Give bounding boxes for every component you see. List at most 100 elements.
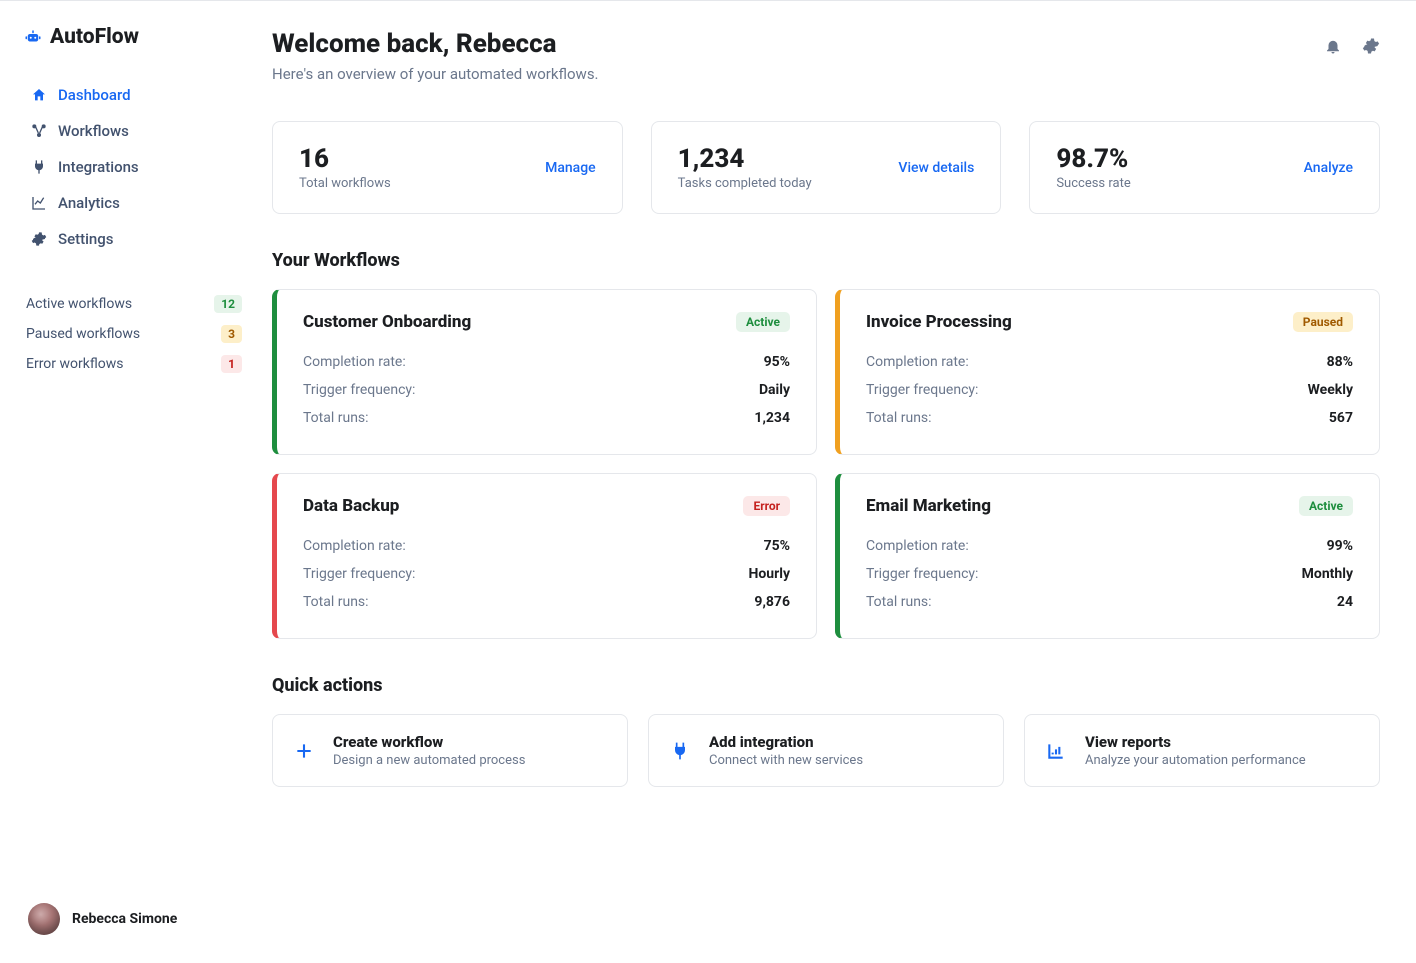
brand[interactable]: AutoFlow xyxy=(24,25,248,49)
sidebar-item-settings[interactable]: Settings xyxy=(24,221,248,257)
nav-list: Dashboard Workflows Integrations Analyti… xyxy=(24,77,248,257)
workflow-status-list: Active workflows 12 Paused workflows 3 E… xyxy=(24,289,248,379)
stat-value: 98.7% xyxy=(1056,144,1130,174)
bar-chart-icon xyxy=(1045,740,1067,762)
workflow-card[interactable]: Invoice Processing Paused Completion rat… xyxy=(835,289,1380,455)
metric-value: Monthly xyxy=(1302,566,1353,582)
status-item-active[interactable]: Active workflows 12 xyxy=(24,289,248,319)
metric-value: 1,234 xyxy=(754,410,790,426)
plug-icon xyxy=(30,158,48,176)
workflow-name: Email Marketing xyxy=(866,496,991,516)
metric-label: Completion rate: xyxy=(866,538,969,554)
metric-value: 88% xyxy=(1327,354,1353,370)
status-badge: 3 xyxy=(221,325,242,343)
stat-card-total-workflows: 16 Total workflows Manage xyxy=(272,121,623,214)
stat-label: Success rate xyxy=(1056,176,1130,191)
gear-icon xyxy=(30,230,48,248)
quick-action-view-reports[interactable]: View reports Analyze your automation per… xyxy=(1024,714,1380,787)
metric-label: Total runs: xyxy=(303,594,369,610)
status-label: Error workflows xyxy=(26,356,124,372)
stat-label: Total workflows xyxy=(299,176,391,191)
metric-label: Completion rate: xyxy=(303,354,406,370)
quick-actions-grid: Create workflow Design a new automated p… xyxy=(272,714,1380,787)
chart-icon xyxy=(30,194,48,212)
quick-action-title: View reports xyxy=(1085,733,1306,751)
stat-link-manage[interactable]: Manage xyxy=(545,160,596,176)
metric-value: Hourly xyxy=(748,566,790,582)
sidebar: AutoFlow Dashboard Workflows Integration… xyxy=(0,1,264,963)
plus-icon xyxy=(293,740,315,762)
stat-label: Tasks completed today xyxy=(678,176,812,191)
sidebar-item-label: Analytics xyxy=(58,194,120,212)
metric-label: Trigger frequency: xyxy=(303,382,415,398)
status-badge: 1 xyxy=(221,355,242,373)
metric-value: 9,876 xyxy=(754,594,790,610)
quick-action-subtitle: Analyze your automation performance xyxy=(1085,753,1306,768)
section-title-workflows: Your Workflows xyxy=(272,250,1380,271)
section-title-quick-actions: Quick actions xyxy=(272,675,1380,696)
settings-button[interactable] xyxy=(1362,37,1380,55)
metric-value: Weekly xyxy=(1308,382,1353,398)
sidebar-item-label: Workflows xyxy=(58,122,129,140)
status-label: Paused workflows xyxy=(26,326,140,342)
metric-value: 75% xyxy=(764,538,790,554)
metric-label: Completion rate: xyxy=(866,354,969,370)
workflow-name: Invoice Processing xyxy=(866,312,1012,332)
page-title: Welcome back, Rebecca xyxy=(272,29,599,59)
status-label: Active workflows xyxy=(26,296,132,312)
metric-label: Trigger frequency: xyxy=(866,566,978,582)
workflow-name: Data Backup xyxy=(303,496,399,516)
user-chip[interactable]: Rebecca Simone xyxy=(24,895,248,947)
metric-value: Daily xyxy=(759,382,790,398)
workflow-status-pill: Active xyxy=(1299,496,1353,516)
sidebar-item-integrations[interactable]: Integrations xyxy=(24,149,248,185)
workflow-status-pill: Error xyxy=(743,496,790,516)
metric-label: Completion rate: xyxy=(303,538,406,554)
quick-action-create-workflow[interactable]: Create workflow Design a new automated p… xyxy=(272,714,628,787)
status-badge: 12 xyxy=(214,295,242,313)
workflow-grid: Customer Onboarding Active Completion ra… xyxy=(272,289,1380,639)
plug-icon xyxy=(669,740,691,762)
sidebar-item-dashboard[interactable]: Dashboard xyxy=(24,77,248,113)
stat-link-analyze[interactable]: Analyze xyxy=(1304,160,1353,176)
sidebar-item-analytics[interactable]: Analytics xyxy=(24,185,248,221)
metric-value: 567 xyxy=(1329,410,1353,426)
stat-link-view-details[interactable]: View details xyxy=(898,160,974,176)
metric-label: Total runs: xyxy=(866,594,932,610)
sidebar-item-label: Dashboard xyxy=(58,86,131,104)
quick-action-title: Add integration xyxy=(709,733,863,751)
stat-card-success-rate: 98.7% Success rate Analyze xyxy=(1029,121,1380,214)
quick-action-subtitle: Connect with new services xyxy=(709,753,863,768)
metric-value: 95% xyxy=(764,354,790,370)
page-subtitle: Here's an overview of your automated wor… xyxy=(272,65,599,83)
workflow-status-pill: Paused xyxy=(1293,312,1353,332)
robot-icon xyxy=(24,28,42,46)
notifications-button[interactable] xyxy=(1324,37,1342,55)
bell-icon xyxy=(1324,37,1342,55)
quick-action-title: Create workflow xyxy=(333,733,525,751)
workflow-card[interactable]: Email Marketing Active Completion rate: 9… xyxy=(835,473,1380,639)
stat-value: 1,234 xyxy=(678,144,812,174)
workflow-card[interactable]: Data Backup Error Completion rate: 75% Tr… xyxy=(272,473,817,639)
home-icon xyxy=(30,86,48,104)
quick-action-add-integration[interactable]: Add integration Connect with new service… xyxy=(648,714,1004,787)
workflow-name: Customer Onboarding xyxy=(303,312,471,332)
stat-card-tasks-completed: 1,234 Tasks completed today View details xyxy=(651,121,1002,214)
metric-value: 99% xyxy=(1327,538,1353,554)
workflow-icon xyxy=(30,122,48,140)
sidebar-item-label: Settings xyxy=(58,230,114,248)
metric-label: Trigger frequency: xyxy=(303,566,415,582)
main-content: Welcome back, Rebecca Here's an overview… xyxy=(264,1,1416,963)
gear-icon xyxy=(1362,37,1380,55)
user-name: Rebecca Simone xyxy=(72,911,177,927)
workflow-status-pill: Active xyxy=(736,312,790,332)
status-item-paused[interactable]: Paused workflows 3 xyxy=(24,319,248,349)
stat-cards: 16 Total workflows Manage 1,234 Tasks co… xyxy=(272,121,1380,214)
sidebar-item-workflows[interactable]: Workflows xyxy=(24,113,248,149)
metric-label: Total runs: xyxy=(866,410,932,426)
workflow-card[interactable]: Customer Onboarding Active Completion ra… xyxy=(272,289,817,455)
avatar xyxy=(28,903,60,935)
quick-action-subtitle: Design a new automated process xyxy=(333,753,525,768)
metric-label: Total runs: xyxy=(303,410,369,426)
status-item-error[interactable]: Error workflows 1 xyxy=(24,349,248,379)
